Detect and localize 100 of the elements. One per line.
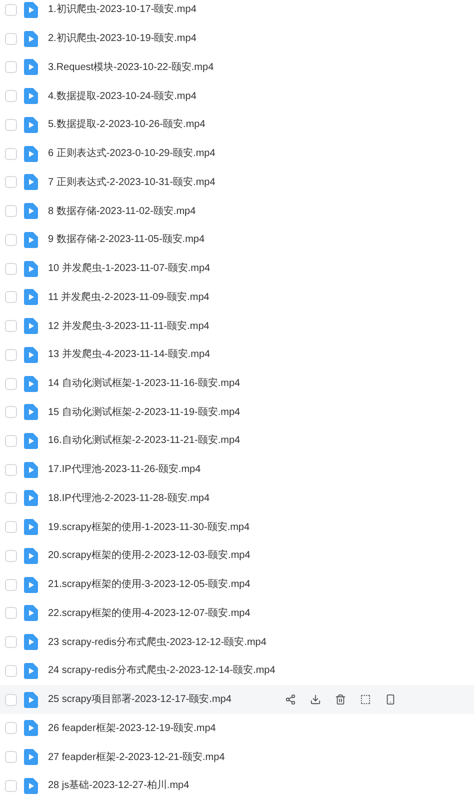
row-checkbox[interactable] <box>5 722 17 734</box>
file-row[interactable]: 3.Request模块-2023-10-22-颐安.mp4 <box>0 53 474 82</box>
file-name: 27 feapder框架-2-2023-12-21-颐安.mp4 <box>48 750 225 765</box>
video-file-icon <box>24 749 38 766</box>
row-checkbox[interactable] <box>5 607 17 620</box>
file-row[interactable]: 9 数据存储-2-2023-11-05-颐安.mp4 <box>0 225 474 254</box>
row-checkbox[interactable] <box>5 148 17 160</box>
video-file-icon <box>24 692 38 708</box>
file-name: 13 并发爬虫-4-2023-11-14-颐安.mp4 <box>48 348 210 362</box>
file-name: 9 数据存储-2-2023-11-05-颐安.mp4 <box>48 232 205 248</box>
video-file-icon <box>24 260 38 277</box>
file-row[interactable]: 24 scrapy-redis分布式爬虫-2-2023-12-14-颐安.mp4 <box>0 656 474 686</box>
file-row[interactable]: 18.IP代理池-2-2023-11-28-颐安.mp4 <box>0 484 474 513</box>
row-checkbox[interactable] <box>5 205 17 218</box>
file-row[interactable]: 26 feapder框架-2023-12-19-颐安.mp4 <box>0 714 474 743</box>
file-name: 25 scrapy项目部署-2023-12-17-颐安.mp4 <box>48 692 232 708</box>
file-name: 24 scrapy-redis分布式爬虫-2-2023-12-14-颐安.mp4 <box>48 664 276 678</box>
row-checkbox[interactable] <box>5 61 17 74</box>
video-file-icon <box>24 203 38 220</box>
video-file-icon <box>24 576 38 593</box>
video-file-icon <box>24 116 38 133</box>
row-checkbox[interactable] <box>5 664 17 677</box>
download-icon[interactable] <box>309 694 321 706</box>
file-name: 21.scrapy框架的使用-3-2023-12-05-颐安.mp4 <box>48 578 250 592</box>
file-row[interactable]: 17.IP代理池-2023-11-26-颐安.mp4 <box>0 455 474 484</box>
row-checkbox[interactable] <box>5 464 17 476</box>
video-file-icon <box>24 30 38 47</box>
file-row[interactable]: 4.数据提取-2023-10-24-颐安.mp4 <box>0 82 474 111</box>
row-checkbox[interactable] <box>5 348 17 361</box>
file-name: 18.IP代理池-2-2023-11-28-颐安.mp4 <box>48 492 210 506</box>
row-checkbox[interactable] <box>5 550 17 562</box>
row-checkbox[interactable] <box>5 4 17 16</box>
file-row[interactable]: 8 数据存储-2023-11-02-颐安.mp4 <box>0 196 474 226</box>
row-checkbox[interactable] <box>5 320 17 332</box>
row-checkbox[interactable] <box>5 262 17 275</box>
file-name: 23 scrapy-redis分布式爬虫-2023-12-12-颐安.mp4 <box>48 636 266 650</box>
file-name: 19.scrapy框架的使用-1-2023-11-30-颐安.mp4 <box>48 520 250 535</box>
share-icon[interactable] <box>284 694 296 706</box>
file-name: 28 js基础-2023-12-27-柏川.mp4 <box>48 778 190 794</box>
row-checkbox[interactable] <box>5 636 17 648</box>
file-name: 12 并发爬虫-3-2023-11-11-颐安.mp4 <box>48 320 210 334</box>
file-row[interactable]: 25 scrapy项目部署-2023-12-17-颐安.mp4 <box>0 685 474 714</box>
file-name: 3.Request模块-2023-10-22-颐安.mp4 <box>48 60 214 75</box>
file-row[interactable]: 22.scrapy框架的使用-4-2023-12-07-颐安.mp4 <box>0 599 474 628</box>
file-row[interactable]: 2.初识爬虫-2023-10-19-颐安.mp4 <box>0 24 474 54</box>
file-name: 26 feapder框架-2023-12-19-颐安.mp4 <box>48 722 216 736</box>
video-file-icon <box>24 634 38 650</box>
file-name: 7 正则表达式-2-2023-10-31-颐安.mp4 <box>48 176 216 190</box>
file-row[interactable]: 6 正则表达式-2023-0-10-29-颐安.mp4 <box>0 139 474 168</box>
file-name: 11 并发爬虫-2-2023-11-09-颐安.mp4 <box>48 290 210 305</box>
row-checkbox[interactable] <box>5 578 17 591</box>
row-checkbox[interactable] <box>5 521 17 534</box>
file-name: 14 自动化测试框架-1-2023-11-16-颐安.mp4 <box>48 376 240 392</box>
video-file-icon <box>24 289 38 306</box>
file-row[interactable]: 16.自动化测试框架-2-2023-11-21-颐安.mp4 <box>0 426 474 456</box>
row-checkbox[interactable] <box>5 434 17 447</box>
video-file-icon <box>24 174 38 190</box>
row-checkbox[interactable] <box>5 118 17 131</box>
video-file-icon <box>24 720 38 736</box>
file-row[interactable]: 14 自动化测试框架-1-2023-11-16-颐安.mp4 <box>0 369 474 398</box>
row-checkbox[interactable] <box>5 378 17 390</box>
file-name: 4.数据提取-2023-10-24-颐安.mp4 <box>48 90 196 104</box>
file-row[interactable]: 1.初识爬虫-2023-10-17-颐安.mp4 <box>0 0 474 24</box>
file-row[interactable]: 12 并发爬虫-3-2023-11-11-颐安.mp4 <box>0 312 474 340</box>
row-checkbox[interactable] <box>5 176 17 188</box>
row-checkbox[interactable] <box>5 90 17 102</box>
file-name: 8 数据存储-2023-11-02-颐安.mp4 <box>48 204 196 219</box>
trash-icon[interactable] <box>334 694 346 706</box>
file-row[interactable]: 27 feapder框架-2-2023-12-21-颐安.mp4 <box>0 742 474 772</box>
file-row[interactable]: 15 自动化测试框架-2-2023-11-19-颐安.mp4 <box>0 398 474 427</box>
video-file-icon <box>24 59 38 76</box>
row-checkbox[interactable] <box>5 492 17 504</box>
file-name: 2.初识爬虫-2023-10-19-颐安.mp4 <box>48 32 196 46</box>
phone-icon[interactable] <box>384 694 396 706</box>
file-row[interactable]: 13 并发爬虫-4-2023-11-14-颐安.mp4 <box>0 340 474 370</box>
video-file-icon <box>24 605 38 622</box>
file-row[interactable]: 21.scrapy框架的使用-3-2023-12-05-颐安.mp4 <box>0 570 474 600</box>
video-file-icon <box>24 662 38 679</box>
video-file-icon <box>24 146 38 162</box>
row-checkbox[interactable] <box>5 406 17 418</box>
file-name: 20.scrapy框架的使用-2-2023-12-03-颐安.mp4 <box>48 548 250 564</box>
file-row[interactable]: 28 js基础-2023-12-27-柏川.mp4 <box>0 771 474 800</box>
file-row[interactable]: 5.数据提取-2-2023-10-26-颐安.mp4 <box>0 110 474 140</box>
video-file-icon <box>24 404 38 420</box>
file-row[interactable]: 7 正则表达式-2-2023-10-31-颐安.mp4 <box>0 168 474 197</box>
row-checkbox[interactable] <box>5 751 17 764</box>
file-row[interactable]: 23 scrapy-redis分布式爬虫-2023-12-12-颐安.mp4 <box>0 628 474 656</box>
row-checkbox[interactable] <box>5 234 17 246</box>
row-checkbox[interactable] <box>5 32 17 45</box>
video-file-icon <box>24 519 38 536</box>
file-row[interactable]: 10 并发爬虫-1-2023-11-07-颐安.mp4 <box>0 254 474 283</box>
row-checkbox[interactable] <box>5 780 17 792</box>
file-row[interactable]: 20.scrapy框架的使用-2-2023-12-03-颐安.mp4 <box>0 542 474 570</box>
video-file-icon <box>24 462 38 478</box>
file-row[interactable]: 19.scrapy框架的使用-1-2023-11-30-颐安.mp4 <box>0 512 474 542</box>
file-row[interactable]: 11 并发爬虫-2-2023-11-09-颐安.mp4 <box>0 282 474 312</box>
row-checkbox[interactable] <box>5 694 17 706</box>
row-checkbox[interactable] <box>5 291 17 304</box>
file-name: 22.scrapy框架的使用-4-2023-12-07-颐安.mp4 <box>48 606 250 621</box>
file-name: 5.数据提取-2-2023-10-26-颐安.mp4 <box>48 118 206 132</box>
